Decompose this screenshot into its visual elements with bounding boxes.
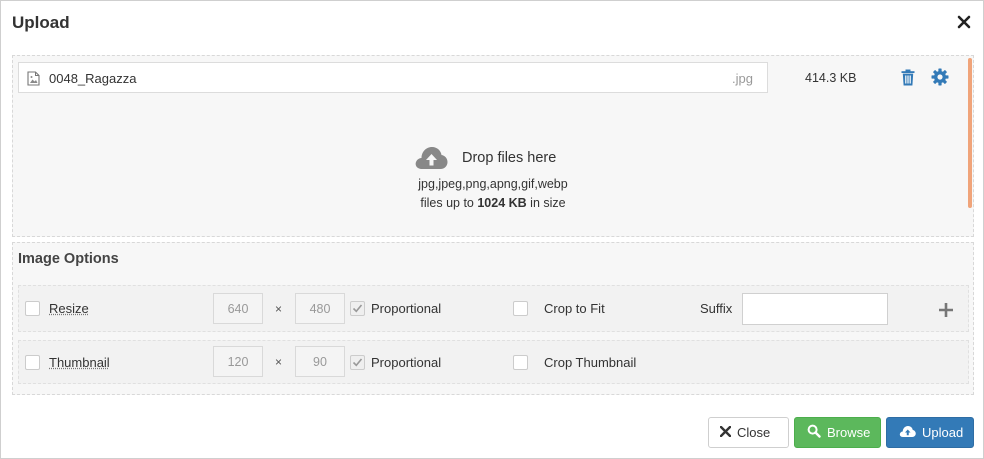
image-options-title: Image Options [18, 251, 119, 267]
file-name: 0048_Ragazza [49, 71, 137, 86]
browse-button[interactable]: Browse [794, 417, 881, 448]
cloud-upload-icon [414, 145, 448, 171]
suffix-input[interactable] [742, 293, 888, 325]
image-options-panel: Image Options Resize × Proportional Crop… [12, 242, 974, 395]
resize-width-input[interactable] [213, 293, 263, 324]
file-size: 414.3 KB [805, 71, 857, 85]
cloud-upload-icon [899, 425, 916, 441]
crop-thumbnail-label: Crop Thumbnail [544, 355, 637, 370]
upload-button-label: Upload [922, 425, 964, 440]
search-icon [807, 424, 821, 441]
thumbnail-label: Thumbnail [49, 355, 110, 370]
file-item: 0048_Ragazza .jpg [18, 62, 768, 93]
suffix-label: Suffix [700, 301, 733, 316]
close-icon[interactable] [957, 12, 971, 30]
drop-title: Drop files here [462, 150, 557, 166]
limit-value: 1024 KB [477, 196, 527, 210]
dialog-header: Upload [1, 1, 983, 45]
limit-suffix: in size [526, 196, 566, 210]
thumbnail-proportional-label: Proportional [371, 355, 442, 370]
thumbnail-height-input[interactable] [295, 346, 345, 377]
plus-icon[interactable] [938, 302, 954, 318]
resize-checkbox[interactable] [25, 301, 40, 316]
crop-thumbnail-checkbox[interactable] [513, 355, 528, 370]
close-button[interactable]: Close [708, 417, 789, 448]
resize-height-input[interactable] [295, 293, 345, 324]
resize-label: Resize [49, 301, 89, 316]
resize-times-sign: × [275, 302, 283, 316]
close-button-label: Close [737, 425, 771, 440]
close-x-icon [719, 425, 732, 440]
resize-proportional-checkbox[interactable] [350, 301, 365, 316]
trash-icon[interactable] [901, 69, 915, 86]
allowed-file-types: jpg,jpeg,png,apng,gif,webp [418, 177, 568, 191]
thumbnail-row: Thumbnail × Proportional Crop Thumbnail [18, 340, 969, 384]
browse-button-label: Browse [827, 425, 871, 440]
resize-row: Resize × Proportional Crop to Fit Suffix [18, 285, 969, 332]
upload-dialog: Upload 0048_Ragazza .jpg 414.3 KB Drop f… [0, 0, 984, 459]
gear-icon[interactable] [931, 68, 949, 86]
thumbnail-width-input[interactable] [213, 346, 263, 377]
crop-to-fit-checkbox[interactable] [513, 301, 528, 316]
thumbnail-checkbox[interactable] [25, 355, 40, 370]
resize-proportional-label: Proportional [371, 301, 442, 316]
thumbnail-times-sign: × [275, 355, 283, 369]
image-file-icon [27, 71, 40, 86]
crop-to-fit-label: Crop to Fit [544, 301, 605, 316]
thumbnail-proportional-checkbox[interactable] [350, 355, 365, 370]
upload-button[interactable]: Upload [886, 417, 974, 448]
limit-prefix: files up to [420, 196, 478, 210]
dialog-title: Upload [12, 13, 70, 32]
file-extension: .jpg [732, 71, 753, 86]
file-size-limit: files up to 1024 KB in size [13, 196, 973, 210]
file-dropzone[interactable]: 0048_Ragazza .jpg 414.3 KB Drop files he… [12, 55, 974, 237]
